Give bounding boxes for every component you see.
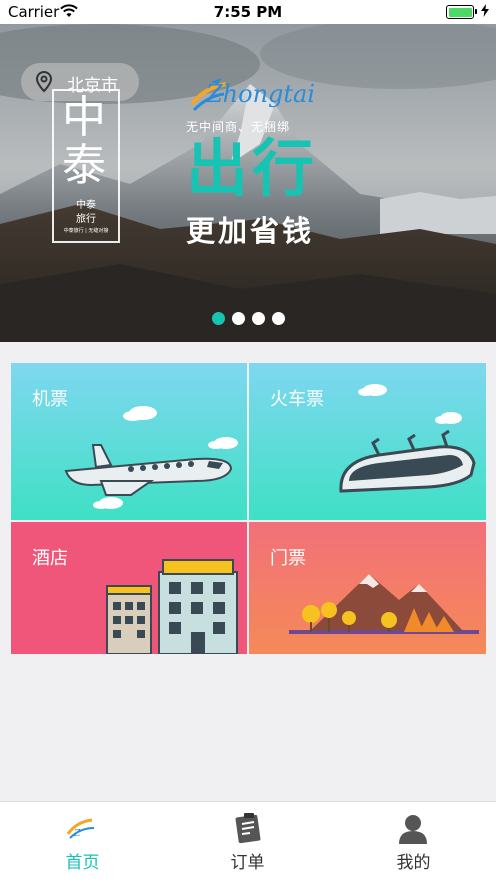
tab-label: 首页 — [65, 853, 100, 873]
tab-label: 订单 — [230, 853, 265, 873]
clock: 7:55 PM — [213, 3, 283, 21]
page-dot[interactable] — [232, 312, 245, 325]
location-pin-icon — [35, 71, 53, 93]
page-dot[interactable] — [272, 312, 285, 325]
mountain-icon — [289, 574, 479, 634]
home-logo-icon: Z — [66, 818, 95, 839]
svg-text:Z: Z — [73, 829, 81, 839]
zhongtai-vertical-logo: 中 泰 中泰 旅行 中泰旅行 | 无缝对接 — [52, 89, 120, 243]
charging-icon — [481, 4, 489, 17]
banner-subheadline: 更加省钱 — [186, 214, 315, 248]
orders-icon — [235, 813, 261, 844]
tile-label: 火车票 — [270, 389, 324, 410]
attraction-tickets-tile[interactable]: 门票 — [249, 522, 486, 654]
flight-tickets-tile[interactable]: 机票 — [11, 363, 247, 520]
tab-orders[interactable]: 订单 — [165, 802, 330, 883]
battery-icon — [446, 5, 477, 19]
page-dot-active[interactable] — [212, 312, 225, 325]
status-bar: Carrier 7:55 PM — [0, 0, 496, 24]
tile-label: 酒店 — [32, 548, 68, 569]
tile-label: 门票 — [270, 548, 306, 569]
tile-label: 机票 — [32, 389, 68, 410]
tab-profile[interactable]: 我的 — [331, 802, 496, 883]
page-dot[interactable] — [252, 312, 265, 325]
tab-home[interactable]: Z 首页 — [0, 802, 165, 883]
tab-label: 我的 — [396, 853, 431, 873]
hotel-tile[interactable]: 酒店 — [11, 522, 247, 654]
banner-headline: 出行 — [186, 132, 319, 205]
hotel-icon — [106, 559, 238, 654]
train-tickets-tile[interactable]: 火车票 — [249, 363, 486, 520]
promo-banner[interactable]: 北京市 中 泰 中泰 旅行 中泰旅行 | 无缝对接 Zhongtai 无中间商、… — [0, 24, 496, 342]
profile-icon — [399, 815, 427, 844]
zhongtai-brand-logo: Zhongtai — [190, 76, 315, 120]
tab-bar: Z 首页 订单 我的 — [0, 801, 496, 883]
